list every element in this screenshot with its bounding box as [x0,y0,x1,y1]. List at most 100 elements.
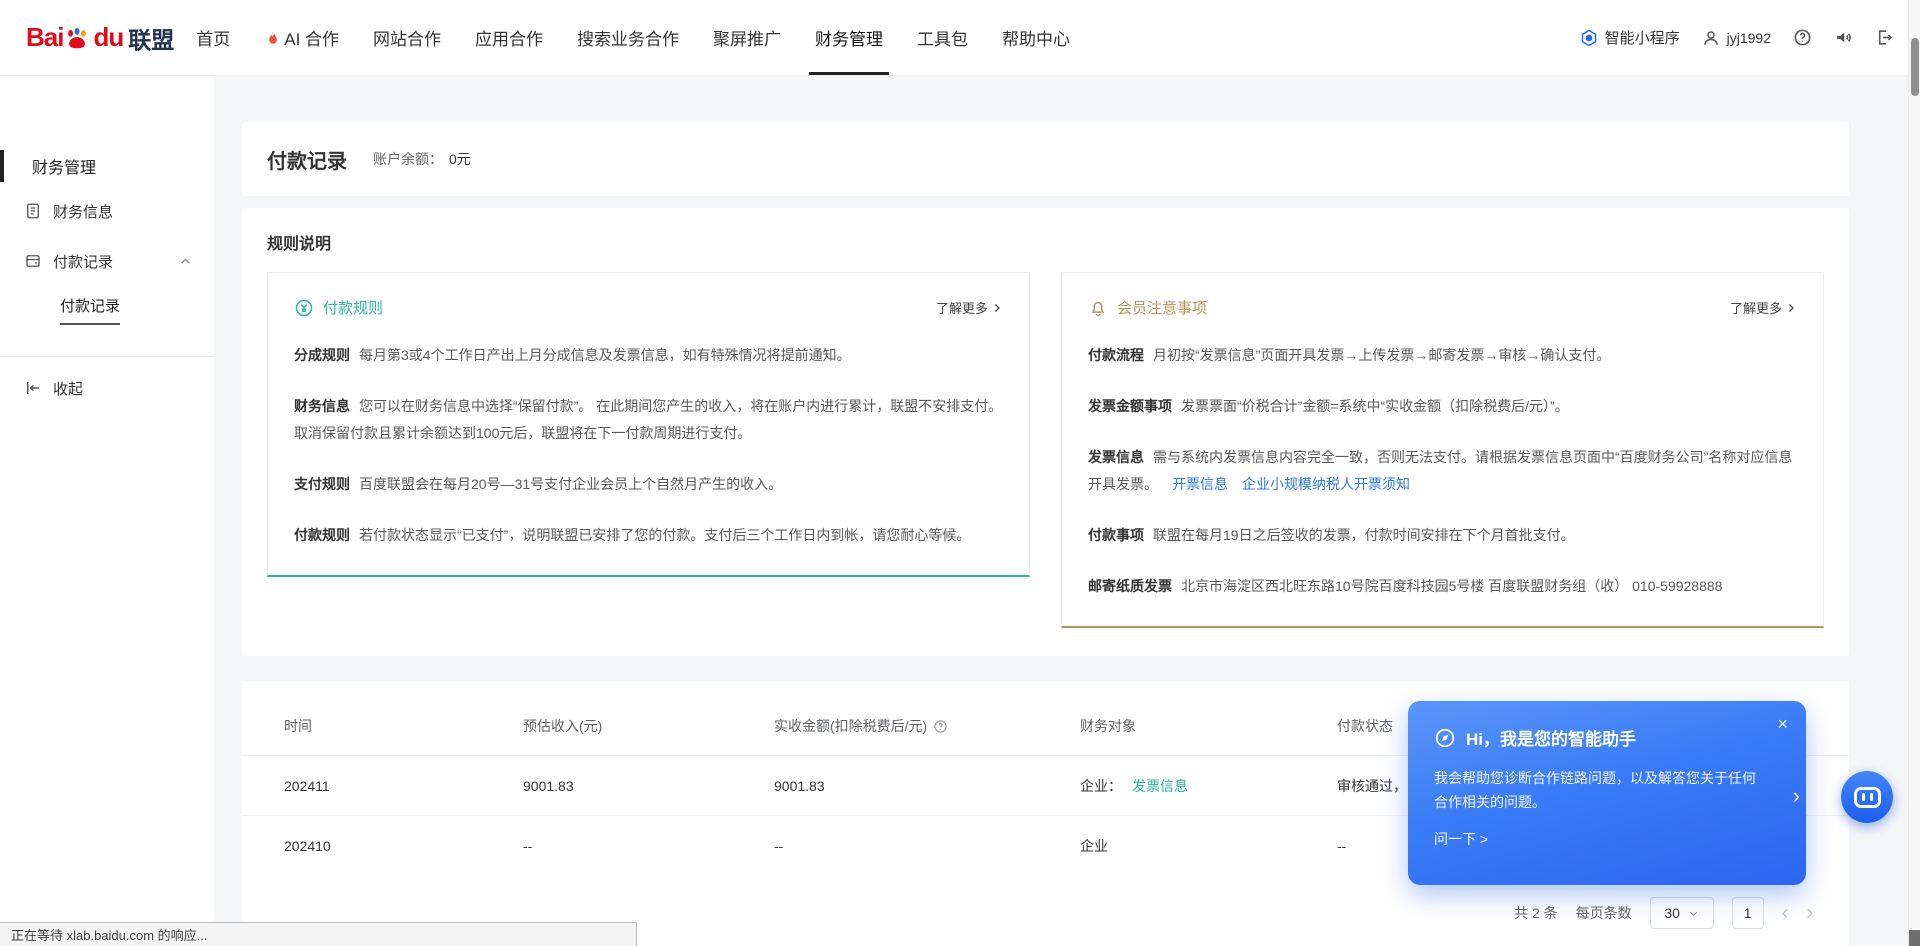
payment-rules-panel: 付款规则 了解更多 分成规则每月第3或4个工作日产出上月分成信息及发票信息，如有… [267,272,1030,577]
document-icon [24,202,42,220]
popup-next-arrow[interactable]: › [1793,785,1800,807]
sidebar-collapse-button[interactable]: 收起 [0,363,214,413]
balance-value: 0元 [449,149,471,169]
nav-item-help-center[interactable]: 帮助中心 [1002,0,1070,75]
top-nav: Bai du 联盟 首页 AI 合作 网站合作 应用合作 搜索业务合作 聚屏推广… [0,0,1920,76]
chevron-right-icon [991,302,1003,314]
nav-right-cluster: 智能小程序 jyj1992 [1580,27,1894,48]
sidebar-item-finance-info[interactable]: 财务信息 [0,186,214,236]
sidebar-item-label: 财务信息 [53,201,113,222]
sidebar-subitem-label: 付款记录 [60,295,120,325]
scrollbar[interactable] [1908,0,1920,946]
assistant-popup: × Hi，我是您的智能助手 我会帮助您诊断合作链路问题，以及解答您关于任何合作相… [1408,701,1806,885]
assistant-message: 我会帮助您诊断合作链路问题，以及解答您关于任何合作相关的问题。 [1434,766,1764,814]
nav-item-juping-promotion[interactable]: 聚屏推广 [713,0,781,75]
sidebar-divider [0,356,214,357]
total-count: 共 2 条 [1514,903,1558,923]
logo-text-bai: Bai [26,22,63,53]
rules-section-title: 规则说明 [267,230,1824,254]
speaker-icon[interactable] [1834,28,1853,47]
col-header-estimated: 预估收入(元) [523,716,774,736]
assistant-title: Hi，我是您的智能助手 [1466,725,1636,750]
nav-item-search-cooperation[interactable]: 搜索业务合作 [577,0,679,75]
rule-item: 财务信息您可以在财务信息中选择“保留付款”。 在此期间您产生的收入，将在账户内进… [294,393,1003,447]
info-icon[interactable] [933,719,948,734]
rule-item: 分成规则每月第3或4个工作日产出上月分成信息及发票信息，如有特殊情况将提前通知。 [294,342,1003,369]
assistant-robot-button[interactable] [1841,771,1893,823]
cell-time: 202411 [284,778,523,794]
robot-icon [1854,787,1881,808]
user-account[interactable]: jyj1992 [1702,29,1771,47]
chevron-down-icon [1688,908,1699,919]
more-label: 了解更多 [936,298,988,317]
collapse-label: 收起 [53,378,83,399]
collapse-icon [24,379,42,397]
balance-label: 账户余额： [373,149,443,169]
nav-item-label: AI 合作 [284,25,339,50]
note-item: 发票信息需与系统内发票信息内容完全一致，否则无法支付。请根据发票信息页面中“百度… [1088,444,1797,498]
col-header-target: 财务对象 [1080,716,1337,736]
member-notes-more-link[interactable]: 了解更多 [1730,298,1797,317]
cell-time: 202410 [284,838,523,854]
sidebar-item-payment-records[interactable]: 付款记录 [0,236,214,286]
baidu-union-logo[interactable]: Bai du 联盟 [26,21,174,55]
paw-icon [63,24,91,52]
nav-item-app-cooperation[interactable]: 应用合作 [475,0,543,75]
scrollbar-thumb[interactable] [1911,38,1919,96]
per-page-select[interactable]: 30 [1650,897,1714,929]
payment-card-icon [24,252,42,270]
note-item: 付款事项联盟在每月19日之后签收的发票，付款时间安排在下个月首批支付。 [1088,522,1797,549]
logo-text-du: du [93,22,123,53]
rule-item: 支付规则百度联盟会在每月20号—31号支付企业会员上个自然月产生的收入。 [294,471,1003,498]
payment-rules-title: 付款规则 [323,297,383,318]
page-title: 付款记录 [267,145,347,174]
browser-status-bar: 正在等待 xlab.baidu.com 的响应... [0,922,637,946]
ask-now-link[interactable]: 问一下 > [1434,829,1780,849]
username-label: jyj1992 [1727,30,1771,46]
sidebar: 财务管理 财务信息 付款记录 付款记录 收起 [0,76,214,946]
nav-item-ai-cooperation[interactable]: AI 合作 [264,0,339,75]
bell-icon [1088,298,1108,318]
nav-item-website-cooperation[interactable]: 网站合作 [373,0,441,75]
logout-icon[interactable] [1875,28,1894,47]
member-notes-title: 会员注意事项 [1117,297,1207,318]
page-1-button[interactable]: 1 [1732,897,1764,929]
next-page-button[interactable]: › [1806,903,1813,923]
invoice-header-link[interactable]: 开票信息 [1172,476,1228,492]
cell-estimated: -- [523,838,774,854]
cell-actual: 9001.83 [774,778,1080,794]
main-nav: 首页 AI 合作 网站合作 应用合作 搜索业务合作 聚屏推广 财务管理 工具包 … [196,0,1070,75]
sidebar-subitem-payment-records[interactable]: 付款记录 [0,286,214,334]
note-item: 发票金额事项发票票面“价税合计”金额=系统中“实收金额（扣除税费后/元）”。 [1088,393,1797,420]
more-label: 了解更多 [1730,298,1782,317]
nav-item-home[interactable]: 首页 [196,0,230,75]
rule-item: 付款规则若付款状态显示“已支付”，说明联盟已安排了您的付款。支付后三个工作日内到… [294,522,1003,549]
chevron-up-icon[interactable] [179,255,192,268]
cell-actual: -- [774,838,1080,854]
close-icon[interactable]: × [1777,715,1788,733]
cell-target: 企业 [1080,836,1337,856]
nav-item-finance[interactable]: 财务管理 [815,0,883,75]
note-item: 付款流程月初按“发票信息”页面开具发票→上传发票→邮寄发票→审核→确认支付。 [1088,342,1797,369]
user-icon [1702,29,1720,47]
page-header-card: 付款记录 账户余额： 0元 [242,122,1849,196]
coin-icon [294,298,314,318]
per-page-label: 每页条数 [1576,903,1632,923]
col-header-actual: 实收金额(扣除税费后/元) [774,716,1080,736]
invoice-info-link[interactable]: 发票信息 [1132,776,1188,796]
flame-icon [264,30,279,46]
sidebar-section-finance[interactable]: 财务管理 [0,146,214,186]
help-icon[interactable] [1793,28,1812,47]
payment-rules-more-link[interactable]: 了解更多 [936,298,1003,317]
cell-target: 企业： 发票信息 [1080,776,1337,796]
status-text: 正在等待 xlab.baidu.com 的响应... [11,925,208,944]
nav-item-toolkit[interactable]: 工具包 [917,0,968,75]
mini-program-label: 智能小程序 [1605,27,1680,48]
compass-icon [1434,727,1456,749]
mini-program-icon [1580,29,1598,47]
prev-page-button[interactable]: ‹ [1782,903,1789,923]
member-notes-panel: 会员注意事项 了解更多 付款流程月初按“发票信息”页面开具发票→上传发票→邮寄发… [1061,272,1824,628]
chevron-right-icon [1785,302,1797,314]
mini-program-entry[interactable]: 智能小程序 [1580,27,1680,48]
small-taxpayer-notice-link[interactable]: 企业小规模纳税人开票须知 [1242,476,1410,492]
